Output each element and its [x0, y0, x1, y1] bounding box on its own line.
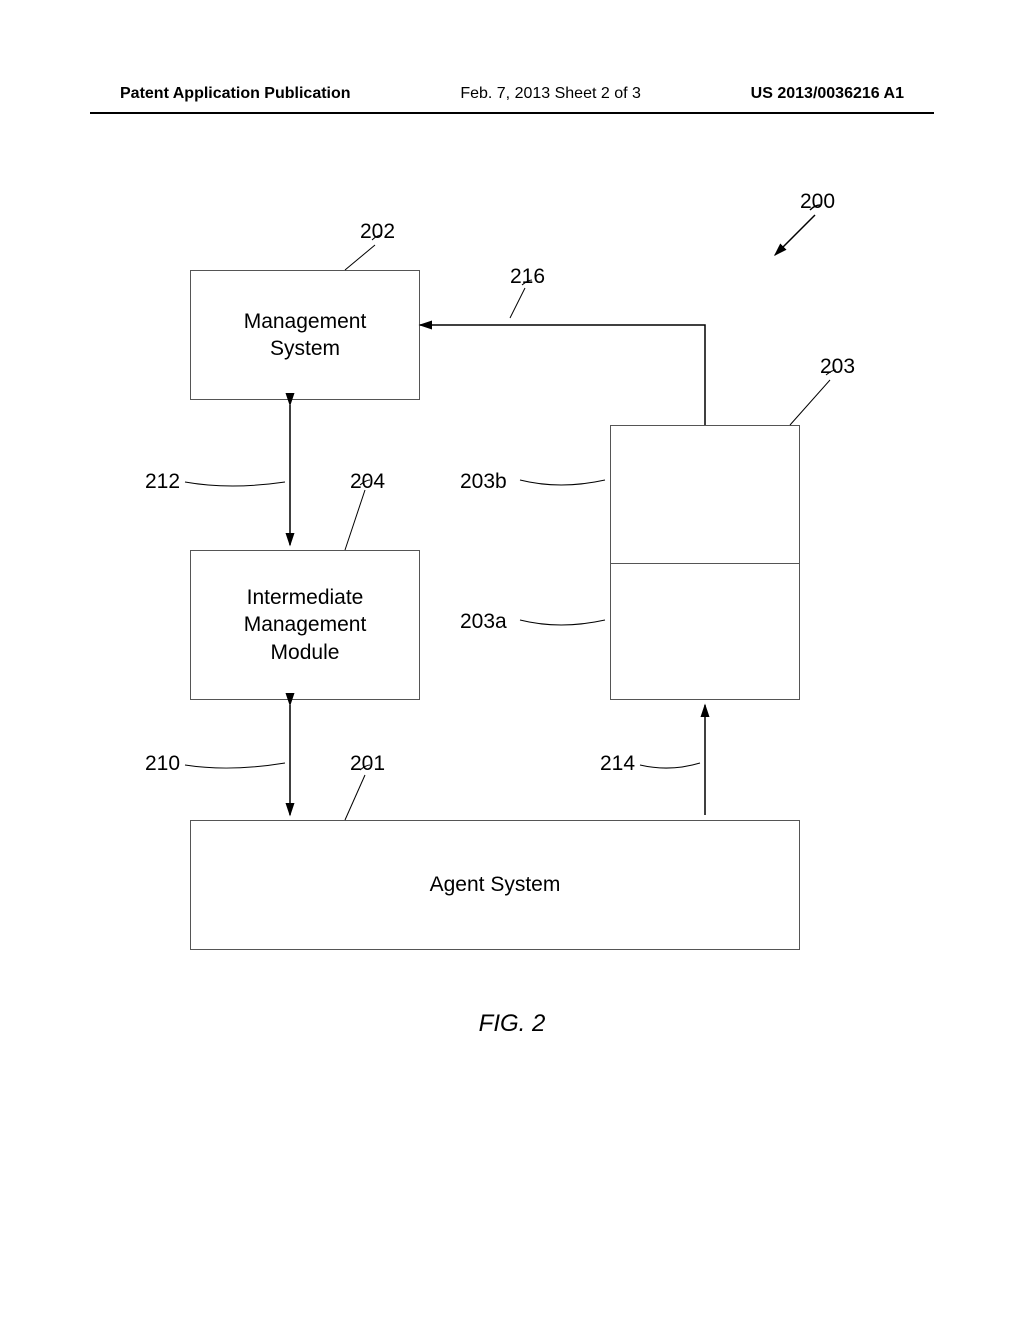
header-patent-number: US 2013/0036216 A1 — [751, 85, 904, 103]
header-publication: Patent Application Publication — [120, 85, 351, 103]
diagram-container: Management System Intermediate Managemen… — [0, 180, 1024, 1080]
figure-caption: FIG. 2 — [0, 1010, 1024, 1038]
header-divider — [90, 112, 934, 114]
header-date-sheet: Feb. 7, 2013 Sheet 2 of 3 — [460, 85, 641, 103]
connectors — [0, 180, 1024, 1080]
